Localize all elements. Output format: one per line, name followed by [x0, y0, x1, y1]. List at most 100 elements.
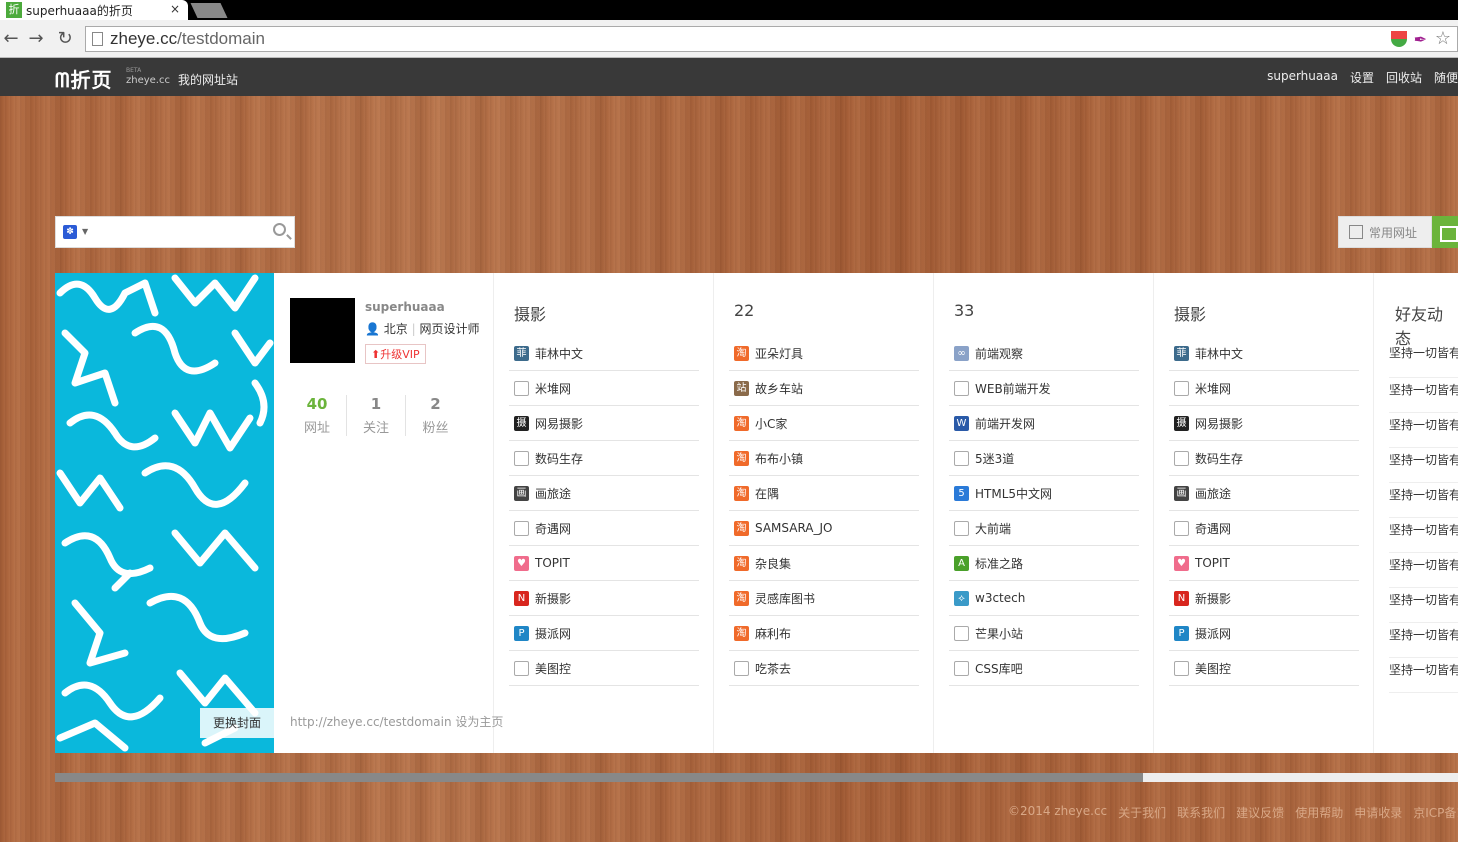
link-item[interactable]: 淘小C家: [729, 406, 919, 441]
reload-icon[interactable]: ↻: [54, 28, 76, 50]
search-icon[interactable]: [273, 223, 286, 236]
link-item[interactable]: 摄网易摄影: [509, 406, 699, 441]
column-title[interactable]: 摄影: [514, 301, 546, 325]
link-item[interactable]: 芒果小站: [949, 616, 1139, 651]
feed-item[interactable]: 坚持一切皆有: [1389, 521, 1458, 553]
avatar[interactable]: [290, 298, 355, 363]
column-title[interactable]: 22: [734, 301, 754, 320]
footer-submit-link[interactable]: 申请收录: [1354, 804, 1402, 821]
link-item[interactable]: 吃茶去: [729, 651, 919, 686]
link-item[interactable]: W 前端开发网: [949, 406, 1139, 441]
stat-links[interactable]: 40 网址: [288, 395, 347, 436]
new-tab-button[interactable]: [190, 3, 228, 18]
link-item[interactable]: ♥ TOPIT: [509, 546, 699, 581]
grid-view-button[interactable]: [1432, 216, 1458, 248]
baidu-paw-icon[interactable]: ✽: [63, 225, 77, 239]
homepage-url[interactable]: http://zheye.cc/testdomain: [290, 715, 452, 729]
menu-random[interactable]: 随便: [1434, 69, 1458, 86]
menu-username[interactable]: superhuaaa: [1267, 69, 1338, 86]
feed-item[interactable]: 坚持一切皆有: [1389, 416, 1458, 448]
url-path: /testdomain: [177, 29, 265, 48]
browser-tab[interactable]: 折 superhuaaa的折页 ×: [0, 0, 188, 20]
footer-icp-link[interactable]: 京ICP备13: [1413, 804, 1458, 821]
link-item[interactable]: ♥ TOPIT: [1169, 546, 1359, 581]
link-item[interactable]: 淘灵感库图书: [729, 581, 919, 616]
link-item[interactable]: 美图控: [1169, 651, 1359, 686]
link-item[interactable]: P 摄派网: [1169, 616, 1359, 651]
feed-item[interactable]: 坚持一切皆有: [1389, 626, 1458, 658]
common-sites-button[interactable]: 常用网址: [1338, 216, 1432, 248]
feed-item[interactable]: 坚持一切皆有可能 淘宝聚划算: [1389, 343, 1458, 378]
link-item[interactable]: 淘麻利布: [729, 616, 919, 651]
pen-extension-icon[interactable]: ✒: [1414, 30, 1427, 49]
link-item[interactable]: N 新摄影: [1169, 581, 1359, 616]
link-item[interactable]: 数码生存: [1169, 441, 1359, 476]
link-item[interactable]: ∞ 前端观察: [949, 336, 1139, 371]
link-item[interactable]: 米堆网: [1169, 371, 1359, 406]
link-item[interactable]: 画画旅途: [1169, 476, 1359, 511]
link-item[interactable]: CSS库吧: [949, 651, 1139, 686]
footer-help-link[interactable]: 使用帮助: [1295, 804, 1343, 821]
bookmark-star-icon[interactable]: ☆: [1435, 28, 1451, 49]
menu-settings[interactable]: 设置: [1350, 69, 1374, 86]
link-item[interactable]: 站故乡车站: [729, 371, 919, 406]
link-item[interactable]: N 新摄影: [509, 581, 699, 616]
link-label: WEB前端开发: [975, 381, 1051, 396]
link-item[interactable]: 淘杂良集: [729, 546, 919, 581]
stat-following[interactable]: 1 关注: [347, 395, 406, 436]
feed-item[interactable]: 坚持一切皆有: [1389, 591, 1458, 623]
link-item[interactable]: 美图控: [509, 651, 699, 686]
footer-feedback-link[interactable]: 建议反馈: [1236, 804, 1284, 821]
feed-item[interactable]: 坚持一切皆有: [1389, 556, 1458, 588]
link-item[interactable]: ⟡ w3ctech: [949, 581, 1139, 616]
column-title[interactable]: 摄影: [1174, 301, 1206, 325]
link-item[interactable]: WEB前端开发: [949, 371, 1139, 406]
link-item[interactable]: 米堆网: [509, 371, 699, 406]
link-item[interactable]: A 标准之路: [949, 546, 1139, 581]
menu-recycle-bin[interactable]: 回收站: [1386, 69, 1422, 86]
link-item[interactable]: 菲菲林中文: [1169, 336, 1359, 371]
back-arrow-icon[interactable]: ←: [0, 28, 22, 50]
feed-item[interactable]: 坚持一切皆有: [1389, 451, 1458, 483]
link-item[interactable]: 数码生存: [509, 441, 699, 476]
link-item[interactable]: 大前端: [949, 511, 1139, 546]
feed-item[interactable]: 坚持一切皆有: [1389, 486, 1458, 518]
link-item[interactable]: 5 HTML5中文网: [949, 476, 1139, 511]
link-item[interactable]: 菲菲林中文: [509, 336, 699, 371]
taobao-icon: 淘: [734, 450, 749, 466]
link-list: 淘亚朵灯具站故乡车站淘小C家淘布布小镇淘在隅淘 SAMSARA_JO 淘杂良集淘灵感…: [729, 336, 919, 686]
username[interactable]: superhuaaa: [365, 300, 445, 314]
search-input[interactable]: [96, 222, 256, 242]
close-tab-icon[interactable]: ×: [170, 2, 180, 16]
site-name: 我的网址站: [178, 73, 239, 87]
link-item[interactable]: 奇遇网: [509, 511, 699, 546]
scrollbar-thumb[interactable]: [55, 773, 1143, 782]
feed-item[interactable]: 坚持一切皆有: [1389, 661, 1458, 693]
footer-contact-link[interactable]: 联系我们: [1177, 804, 1225, 821]
feed-item[interactable]: 坚持一切皆有: [1389, 381, 1458, 413]
html5-icon: 5: [954, 485, 969, 501]
column-title[interactable]: 33: [954, 301, 974, 320]
horizontal-scrollbar[interactable]: [55, 773, 1458, 782]
link-column: 摄影菲菲林中文 米堆网摄网易摄影 数码生存画画旅途奇遇网 ♥ TOPIT N 新摄影 P 摄派网…: [494, 273, 714, 753]
change-cover-button[interactable]: 更换封面: [200, 708, 274, 738]
upgrade-vip-button[interactable]: ⬆升级VIP: [365, 344, 426, 364]
link-item[interactable]: 画画旅途: [509, 476, 699, 511]
stat-followers[interactable]: 2 粉丝: [406, 395, 465, 436]
link-item[interactable]: 淘 SAMSARA_JO: [729, 511, 919, 546]
link-item[interactable]: 淘亚朵灯具: [729, 336, 919, 371]
link-item[interactable]: 淘在隅: [729, 476, 919, 511]
chevron-down-icon[interactable]: ▼: [82, 227, 88, 236]
link-label: 奇遇网: [535, 521, 572, 536]
link-item[interactable]: 5迷3道: [949, 441, 1139, 476]
link-item[interactable]: 奇遇网: [1169, 511, 1359, 546]
address-bar[interactable]: zheye.cc/testdomain ✒ ☆: [85, 26, 1458, 52]
shield-extension-icon[interactable]: [1391, 31, 1407, 47]
link-item[interactable]: 淘布布小镇: [729, 441, 919, 476]
logo[interactable]: ᗰ折页: [55, 64, 112, 93]
footer-about-link[interactable]: 关于我们: [1118, 804, 1166, 821]
link-item[interactable]: 摄网易摄影: [1169, 406, 1359, 441]
link-item[interactable]: P 摄派网: [509, 616, 699, 651]
footer: ©2014 zheye.cc 关于我们 联系我们 建议反馈 使用帮助 申请收录 …: [1008, 804, 1458, 821]
forward-arrow-icon[interactable]: →: [25, 28, 47, 50]
